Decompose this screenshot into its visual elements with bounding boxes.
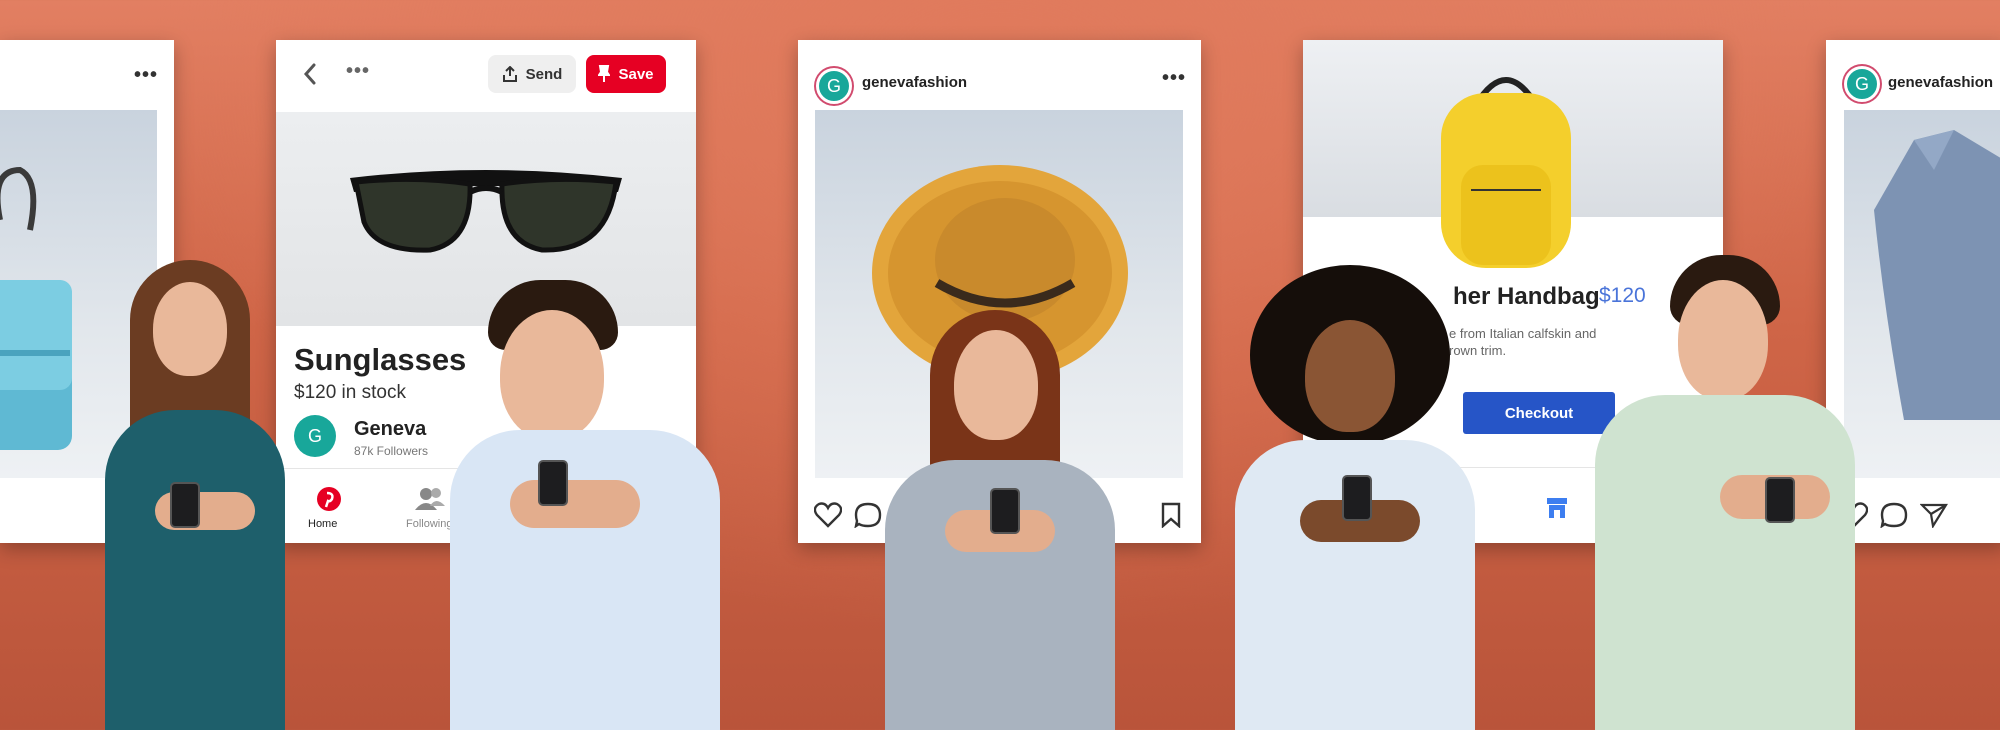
woman-with-phone-1 — [75, 260, 335, 730]
send-button[interactable]: Send — [488, 55, 576, 93]
send-label: Send — [525, 65, 563, 83]
man-with-phone-2 — [1590, 255, 1860, 730]
product-photo — [1303, 40, 1723, 268]
backpack-icon — [1441, 77, 1571, 268]
username[interactable]: genevafashion — [862, 74, 967, 91]
woman-with-phone-3 — [1230, 265, 1490, 730]
bookmark-icon[interactable] — [1160, 502, 1182, 528]
woman-with-phone-2 — [880, 310, 1120, 730]
send-icon[interactable] — [1920, 502, 1948, 528]
share-icon — [502, 66, 517, 82]
shirt-icon — [1874, 130, 2000, 420]
username[interactable]: genevafashion — [1888, 74, 1993, 91]
smartphone — [538, 460, 568, 506]
comment-icon[interactable] — [1880, 502, 1908, 528]
nav-following-label[interactable]: Following — [406, 518, 452, 530]
profile-avatar[interactable]: G — [816, 68, 852, 104]
checkout-label: Checkout — [1504, 404, 1574, 422]
profile-avatar[interactable]: G — [1844, 66, 1880, 102]
comment-icon[interactable] — [854, 502, 882, 528]
smartphone — [170, 482, 200, 528]
pushpin-icon — [598, 65, 611, 82]
save-label: Save — [618, 65, 654, 83]
smartphone — [990, 488, 1020, 534]
heart-icon[interactable] — [814, 502, 842, 528]
more-options-icon[interactable]: ••• — [134, 64, 158, 87]
smartphone — [1765, 477, 1795, 523]
smartphone — [1342, 475, 1372, 521]
people-icon[interactable] — [414, 486, 446, 512]
sunglasses-icon — [350, 170, 622, 253]
more-options-icon[interactable]: ••• — [1162, 67, 1186, 90]
seller-followers: 87k Followers — [354, 444, 429, 458]
chevron-left-icon[interactable] — [302, 62, 318, 86]
save-button[interactable]: Save — [586, 55, 666, 93]
storefront-icon[interactable] — [1545, 496, 1569, 520]
post-photo — [1844, 110, 2000, 478]
man-with-phone-1 — [450, 280, 730, 730]
seller-name[interactable]: Geneva — [354, 418, 426, 441]
more-options-icon[interactable]: ••• — [346, 60, 370, 83]
